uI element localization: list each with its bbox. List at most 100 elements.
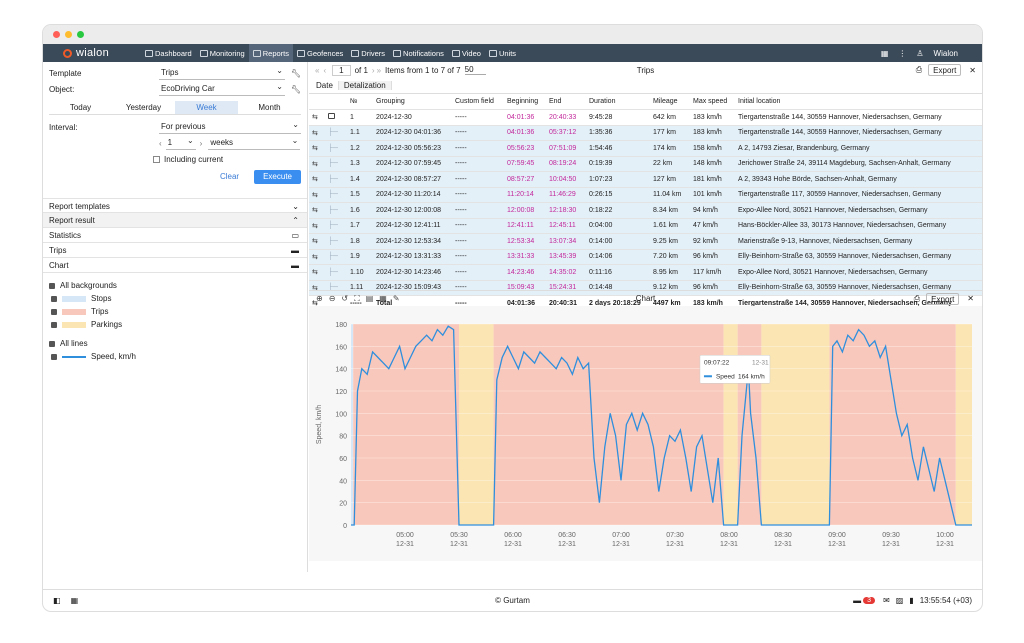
page-input[interactable]: 1 [332, 64, 351, 76]
increment-icon[interactable]: › [200, 139, 203, 148]
reset-zoom-icon[interactable]: ↺ [341, 294, 348, 303]
trips-section[interactable]: Trips ▬ [43, 243, 307, 258]
logo[interactable]: wialon [43, 47, 141, 59]
cell-b[interactable]: 05:56:23 [504, 140, 546, 157]
cell-l[interactable]: Hans-Böckler-Allee 33, 30173 Hannover, N… [735, 218, 982, 234]
cell-b[interactable]: 13:31:33 [504, 249, 546, 265]
print-icon[interactable]: ⎙ [916, 65, 922, 75]
interval-select[interactable]: For previous [159, 120, 301, 134]
count-input[interactable]: 1 [165, 136, 196, 150]
maximize-dot[interactable] [77, 31, 84, 38]
zoom-in-icon[interactable]: ⊕ [316, 294, 323, 303]
nav-geofences[interactable]: Geofences [293, 44, 347, 62]
table-row[interactable]: ⇆ ├─ 1.4 2024-12-30 08:57:27 ----- 08:57:27 10… [309, 171, 982, 188]
cell-e[interactable]: 13:07:34 [546, 233, 586, 250]
cell-e[interactable]: 13:45:39 [546, 249, 586, 265]
legend-parkings[interactable]: Parkings [43, 318, 307, 331]
cell-b[interactable]: 08:57:27 [504, 171, 546, 188]
nav-video[interactable]: Video [448, 44, 485, 62]
map-track-icon[interactable]: ⇆ [312, 130, 318, 137]
cell-l[interactable]: A 2, 39343 Hohe Börde, Sachsen-Anhalt, G… [735, 171, 982, 188]
export-button[interactable]: Export [928, 64, 962, 76]
cell-l[interactable]: Tiergartenstraße 144, 30559 Hannover, Ni… [735, 125, 982, 141]
cell-b[interactable]: 04:01:36 [504, 125, 546, 141]
table-row[interactable]: ⇆ ├─ 1.9 2024-12-30 13:31:33 ----- 13:31:33 13… [309, 249, 982, 265]
column-header[interactable]: Duration [586, 94, 650, 110]
chart-area[interactable]: 0 20 40 60 80 100 120 140 160 180 05:00 12-31 05:30 1… [309, 306, 982, 561]
cell-e[interactable]: 12:18:30 [546, 202, 586, 219]
cell-l[interactable]: Jerichower Straße 24, 39114 Magdeburg, S… [735, 156, 982, 172]
cell-e[interactable]: 14:35:02 [546, 264, 586, 281]
chart-section[interactable]: Chart ▬ [43, 258, 307, 273]
column-header[interactable]: Grouping [373, 94, 452, 110]
legend-trips[interactable]: Trips [43, 305, 307, 318]
first-page-icon[interactable]: « [315, 66, 319, 75]
nav-monitoring[interactable]: Monitoring [196, 44, 249, 62]
prev-page-icon[interactable]: ‹ [323, 66, 326, 75]
comment-icon[interactable]: ▤ [366, 294, 374, 303]
close-icon[interactable]: ✕ [967, 294, 974, 303]
nav-dashboard[interactable]: Dashboard [141, 44, 196, 62]
column-header[interactable]: Beginning [504, 94, 546, 110]
nav-reports[interactable]: Reports [248, 44, 293, 62]
all-lines-toggle[interactable]: All lines [43, 337, 307, 350]
cell-b[interactable]: 14:23:46 [504, 264, 546, 281]
close-icon[interactable]: ✕ [969, 66, 976, 75]
wrench-icon[interactable]: 🔧︎ [291, 69, 301, 78]
chart-export-button[interactable]: Export [926, 292, 960, 305]
cell-l[interactable]: Elly-Beinhorn-Straße 63, 30559 Hannover,… [735, 249, 982, 265]
template-select[interactable]: Trips [159, 66, 285, 80]
object-select[interactable]: EcoDriving Car [159, 82, 285, 96]
cell-l[interactable]: Expo-Allee Nord, 30521 Hannover, Nieders… [735, 264, 982, 281]
report-result-section[interactable]: Report result ⌃ [43, 213, 307, 228]
map-track-icon[interactable]: ⇆ [312, 269, 318, 276]
apps-grid-icon[interactable]: ▦ [881, 49, 889, 58]
minimize-dot[interactable] [65, 31, 72, 38]
pen-icon[interactable]: ✎ [393, 294, 400, 303]
map-track-icon[interactable]: ⇆ [312, 192, 318, 199]
cell-l[interactable]: A 2, 14793 Ziesar, Brandenburg, Germany [735, 140, 982, 157]
cell-e[interactable]: 20:40:33 [546, 109, 586, 126]
map-track-icon[interactable]: ⇆ [312, 176, 318, 183]
user-name[interactable]: Wialon [934, 49, 958, 58]
legend-speed[interactable]: Speed, km/h [43, 350, 307, 363]
table-row[interactable]: ⇆ ├─ 1.6 2024-12-30 12:00:08 ----- 12:00:08 12… [309, 202, 982, 219]
cell-e[interactable]: 11:46:29 [546, 187, 586, 203]
wrench-icon[interactable]: 🔧︎ [291, 85, 301, 94]
legend-stops[interactable]: Stops [43, 292, 307, 305]
cell-l[interactable]: Tiergartenstraße 117, 30559 Hannover, Ni… [735, 187, 982, 203]
statistics-section[interactable]: Statistics ▭ [43, 228, 307, 243]
cell-e[interactable]: 07:51:09 [546, 140, 586, 157]
column-header[interactable]: Mileage [650, 94, 690, 110]
cell-b[interactable]: 11:20:14 [504, 187, 546, 203]
table-row[interactable]: ⇆ ├─ 1.7 2024-12-30 12:41:11 ----- 12:41:11 12… [309, 218, 982, 234]
including-checkbox[interactable] [153, 155, 160, 163]
period-week[interactable]: Week [175, 101, 238, 115]
cell-l[interactable]: Tiergartenstraße 144, 30559 Hannover, Ni… [735, 109, 982, 126]
map-track-icon[interactable]: ⇆ [312, 145, 318, 152]
cell-e[interactable]: 10:04:50 [546, 171, 586, 188]
map-track-icon[interactable]: ⇆ [312, 161, 318, 168]
per-page-select[interactable]: 50 [464, 65, 486, 75]
panel-toggle-icon[interactable]: ◧ [53, 596, 61, 605]
unit-select[interactable]: weeks [208, 136, 301, 150]
column-header[interactable]: Max speed [690, 94, 735, 110]
mail-icon[interactable]: ▬ [853, 596, 861, 605]
sms-icon[interactable]: ✉ [883, 596, 890, 605]
cell-l[interactable]: Expo-Allee Nord, 30521 Hannover, Nieders… [735, 202, 982, 219]
table-row[interactable]: ⇆ 1 2024-12-30 ----- 04:01:36 20:40:33 9:45:28… [309, 109, 982, 126]
table-row[interactable]: ⇆ ├─ 1.1 2024-12-30 04:01:36 ----- 04:01:36 05… [309, 125, 982, 141]
cell-b[interactable]: 12:00:08 [504, 202, 546, 219]
column-header[interactable]: Initial location [735, 94, 982, 110]
column-header[interactable]: № [347, 94, 373, 110]
image-icon[interactable]: ▨ [896, 596, 904, 605]
table-row[interactable]: ⇆ ├─ 1.10 2024-12-30 14:23:46 ----- 14:23:46 1… [309, 264, 982, 281]
tab-detalization[interactable]: Detalization [337, 81, 392, 90]
tab-date[interactable]: Date [311, 81, 338, 90]
report-templates-section[interactable]: Report templates ⌄ [43, 198, 307, 213]
map-track-icon[interactable]: ⇆ [312, 114, 318, 121]
more-icon[interactable]: ⋮ [898, 49, 906, 58]
period-today[interactable]: Today [49, 101, 112, 115]
cell-l[interactable]: Marienstraße 9-13, Hannover, Niedersachs… [735, 233, 982, 250]
table-row[interactable]: ⇆ ├─ 1.5 2024-12-30 11:20:14 ----- 11:20:14 11… [309, 187, 982, 203]
